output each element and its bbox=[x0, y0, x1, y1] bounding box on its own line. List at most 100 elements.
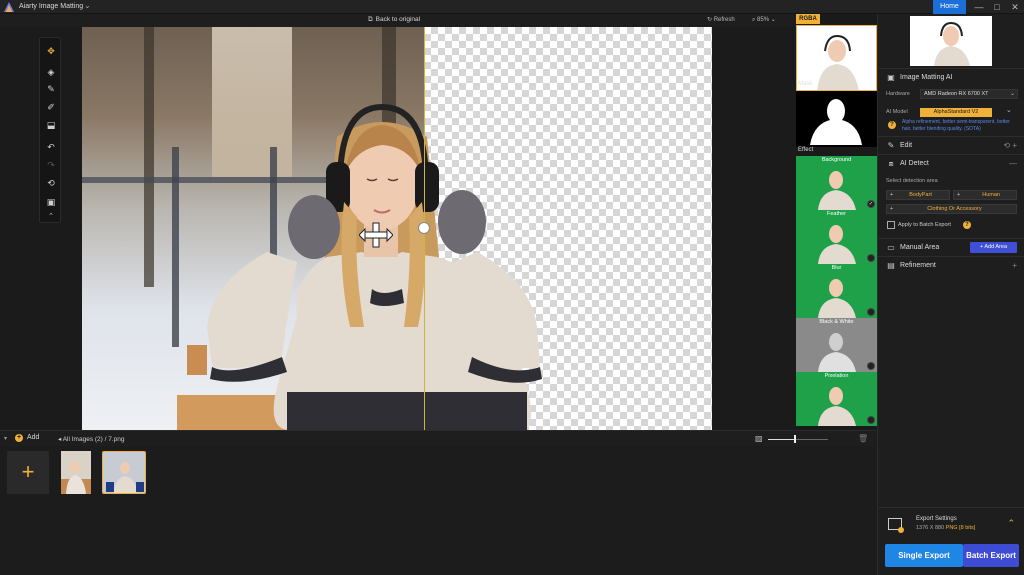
effect-name: Black & White bbox=[819, 319, 854, 325]
undo-icon[interactable]: ↶ bbox=[43, 140, 59, 154]
effect-thumbnail bbox=[818, 333, 856, 372]
divider-handle-icon[interactable] bbox=[418, 222, 430, 234]
effect-pixelation[interactable]: Pixelation bbox=[796, 372, 877, 426]
slider-fill bbox=[768, 439, 795, 440]
help-icon[interactable]: ? bbox=[963, 221, 971, 229]
effect-blur[interactable]: Blur bbox=[796, 264, 877, 318]
thumbnail-image-2-selected[interactable] bbox=[102, 451, 146, 494]
canvas-topbar: ⧉ Back to original ↻ Refresh ⌕ 85% ⌄ bbox=[0, 14, 796, 27]
collapse-icon[interactable]: — bbox=[1009, 159, 1017, 168]
effect-feather[interactable]: Feather bbox=[796, 210, 877, 264]
settings-gear-icon bbox=[898, 527, 904, 533]
collapse-icon[interactable]: ⌃ bbox=[43, 210, 59, 224]
subject-image bbox=[207, 103, 542, 430]
breadcrumb-separator: / bbox=[104, 436, 107, 443]
add-image-tile[interactable]: + bbox=[7, 451, 49, 494]
collapse-icon[interactable]: ▾ bbox=[4, 435, 7, 442]
close-button[interactable]: ✕ bbox=[1008, 1, 1022, 13]
help-icon: ? bbox=[888, 121, 896, 129]
redo-icon[interactable]: ↷ bbox=[43, 158, 59, 172]
mask-preview[interactable] bbox=[796, 91, 877, 147]
workspace: ✥ ◈ ✎ ✐ ⬓ ↶ ↷ ⟲ ▣ ⌃ bbox=[0, 27, 796, 430]
app-title: Aiarty Image Matting bbox=[19, 3, 84, 10]
reset-icon[interactable]: ⟲ bbox=[43, 176, 59, 190]
back-arrow-icon[interactable]: ◂ bbox=[58, 436, 61, 443]
effect-black-white[interactable]: Black & White bbox=[796, 318, 877, 372]
plus-icon[interactable]: + bbox=[1012, 261, 1017, 270]
chip-label: BodyPart bbox=[909, 192, 932, 198]
chevron-down-icon: ⌄ bbox=[1009, 91, 1015, 97]
back-to-original-button[interactable]: ⧉ Back to original bbox=[368, 16, 420, 24]
restore-brush-icon[interactable]: ✐ bbox=[43, 100, 59, 114]
radio-icon bbox=[867, 254, 875, 262]
image-matting-section[interactable]: ▣ Image Matting AI bbox=[878, 68, 1024, 86]
export-settings[interactable]: Export Settings 1376 X 880 PNG [8 bits] … bbox=[878, 507, 1024, 547]
effect-thumbnail bbox=[818, 171, 856, 210]
home-button[interactable]: Home bbox=[933, 0, 966, 14]
refinement-section[interactable]: ▤ Refinement + bbox=[878, 256, 1024, 274]
refresh-button[interactable]: ↻ Refresh bbox=[707, 16, 735, 23]
brush-icon[interactable]: ✎ bbox=[43, 82, 59, 96]
detect-subtitle: Select detection area bbox=[886, 178, 938, 184]
chevron-down-icon: ⌄ bbox=[770, 17, 776, 23]
single-export-button[interactable]: Single Export bbox=[885, 544, 963, 567]
image-canvas[interactable] bbox=[82, 27, 712, 430]
maximize-button[interactable]: □ bbox=[990, 1, 1004, 13]
chip-clothing[interactable]: + Clothing Or Accessory bbox=[886, 204, 1017, 214]
compare-view-icon[interactable]: ▣ bbox=[43, 195, 59, 209]
zoom-dropdown[interactable]: ⌕ 85% ⌄ bbox=[752, 16, 776, 24]
image-size-icon: ▨ bbox=[755, 434, 763, 443]
ai-model-select[interactable]: AlphaStandard V2 bbox=[920, 108, 992, 117]
chip-bodypart[interactable]: + BodyPart bbox=[886, 190, 950, 200]
export-settings-title: Export Settings bbox=[916, 516, 957, 522]
fill-icon[interactable]: ⬓ bbox=[43, 118, 59, 132]
section-title: Image Matting AI bbox=[900, 74, 953, 81]
mask-thumbnail bbox=[810, 99, 862, 145]
mask-label: Mask bbox=[798, 81, 813, 87]
add-area-button[interactable]: + Add Area bbox=[970, 242, 1017, 253]
current-file-name: 7.png bbox=[108, 436, 125, 443]
rgba-tab[interactable]: RGBA bbox=[796, 14, 820, 24]
slider-handle[interactable] bbox=[794, 435, 796, 443]
add-image-button[interactable]: + Add bbox=[15, 434, 39, 442]
batch-export-checkbox[interactable] bbox=[887, 221, 895, 229]
back-to-original-label: Back to original bbox=[375, 16, 421, 23]
radio-icon bbox=[867, 362, 875, 370]
result-preview bbox=[910, 16, 992, 66]
edit-section[interactable]: ✎ Edit ⟲ + bbox=[878, 136, 1024, 154]
move-tool-icon[interactable]: ✥ bbox=[43, 44, 59, 58]
chevron-up-icon[interactable]: ⌃ bbox=[1007, 518, 1015, 529]
thumbnail-image-1[interactable] bbox=[61, 451, 91, 494]
ai-detect-icon: ⧈ bbox=[888, 159, 894, 168]
all-images-link[interactable]: All Images (2) bbox=[63, 436, 103, 443]
title-bar: Aiarty Image Matting ⌄ Home — □ ✕ bbox=[0, 0, 1024, 14]
effect-name: Background bbox=[821, 157, 852, 163]
hardware-label: Hardware bbox=[886, 91, 910, 97]
section-title: AI Detect bbox=[900, 160, 929, 167]
edit-actions-icon[interactable]: ⟲ + bbox=[1003, 141, 1017, 150]
thumbnail-preview bbox=[103, 452, 145, 493]
toolbox: ✥ ◈ ✎ ✐ ⬓ ↶ ↷ ⟲ ▣ ⌃ bbox=[39, 37, 61, 223]
image-strip-bar: ▾ + Add ◂ All Images (2) / 7.png ▨ 🗑 bbox=[0, 430, 876, 446]
settings-panel: ▣ Image Matting AI Hardware AMD Radeon R… bbox=[877, 14, 1024, 575]
zoom-value: 85% bbox=[757, 17, 770, 23]
hardware-select[interactable]: AMD Radeon RX 6700 XT ⌄ bbox=[920, 89, 1018, 99]
ai-detect-section[interactable]: ⧈ AI Detect — bbox=[878, 154, 1024, 172]
batch-export-button[interactable]: Batch Export bbox=[963, 544, 1019, 567]
chip-label: Clothing Or Accessory bbox=[927, 206, 982, 212]
matting-ai-icon: ▣ bbox=[887, 73, 895, 82]
minimize-button[interactable]: — bbox=[972, 1, 986, 13]
export-format: PNG bbox=[945, 525, 958, 531]
eraser-icon[interactable]: ◈ bbox=[43, 65, 59, 79]
chip-human[interactable]: + Human bbox=[953, 190, 1017, 200]
trash-icon[interactable]: 🗑 bbox=[858, 434, 868, 443]
section-title: Refinement bbox=[900, 262, 936, 269]
thumbnail-size-slider[interactable] bbox=[768, 439, 828, 440]
chevron-down-icon[interactable]: ⌄ bbox=[84, 1, 91, 10]
compare-icon: ⧉ bbox=[368, 16, 373, 23]
effect-thumbnail bbox=[818, 387, 856, 426]
effect-background[interactable]: Background ✓ bbox=[796, 156, 877, 210]
chevron-down-icon[interactable]: ⌄ bbox=[1006, 106, 1012, 114]
effect-name: Pixelation bbox=[824, 373, 849, 379]
radio-icon bbox=[867, 416, 875, 424]
